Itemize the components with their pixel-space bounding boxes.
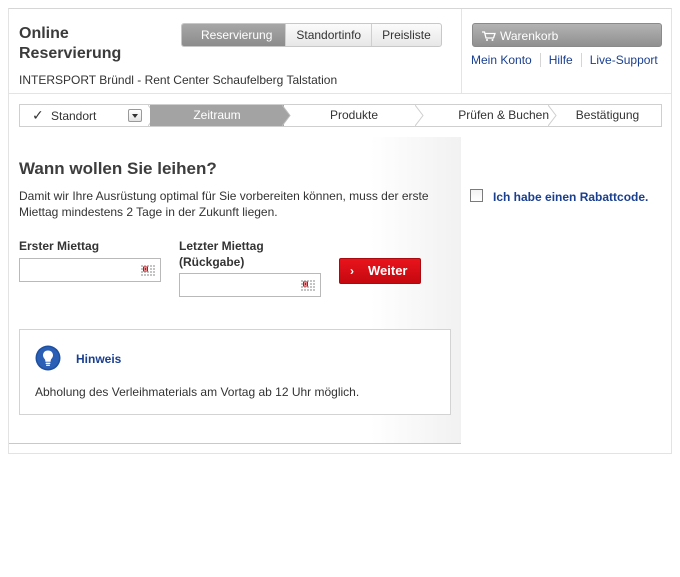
cart-icon bbox=[482, 31, 496, 41]
first-day-field[interactable] bbox=[19, 258, 161, 282]
header: Online Reservierung INTERSPORT Bründl - … bbox=[9, 9, 671, 94]
step-pruefen-buchen: Prüfen & Buchen bbox=[458, 108, 549, 122]
step-bestaetigung: Bestätigung bbox=[575, 108, 640, 122]
account-links: Mein Konto Hilfe Live-Support bbox=[471, 53, 666, 67]
reservation-frame: Online Reservierung INTERSPORT Bründl - … bbox=[8, 8, 672, 454]
page-heading: Wann wollen Sie leihen? bbox=[19, 159, 217, 178]
discount-code-label[interactable]: Ich habe einen Rabattcode. bbox=[493, 190, 648, 204]
intro-text: Damit wir Ihre Ausrüstung optimal für Si… bbox=[19, 189, 429, 219]
chevron-right-icon: › bbox=[350, 264, 354, 278]
tab-reservierung[interactable]: Reservierung bbox=[182, 24, 286, 46]
cart-button[interactable]: Warenkorb bbox=[472, 23, 662, 47]
last-day-label-line1: Letzter Miettag bbox=[179, 239, 264, 253]
last-day-label: Letzter Miettag (Rückgabe) bbox=[179, 238, 264, 270]
first-day-input[interactable] bbox=[21, 260, 133, 280]
last-day-input[interactable] bbox=[181, 275, 293, 295]
calendar-icon[interactable] bbox=[300, 279, 316, 292]
hint-title: Hinweis bbox=[76, 352, 122, 366]
link-live-support[interactable]: Live-Support bbox=[580, 53, 666, 67]
link-mein-konto[interactable]: Mein Konto bbox=[471, 53, 540, 67]
calendar-icon[interactable] bbox=[140, 264, 156, 277]
hint-text: Abholung des Verleihmaterials am Vortag … bbox=[35, 385, 360, 399]
tab-preisliste[interactable]: Preisliste bbox=[371, 24, 441, 46]
first-day-label: Erster Miettag bbox=[19, 239, 100, 253]
step-produkte: Produkte bbox=[329, 108, 379, 122]
weiter-button[interactable]: › Weiter bbox=[339, 258, 421, 284]
step-standort-label: Standort bbox=[51, 109, 97, 123]
app-title: Online Reservierung bbox=[19, 25, 122, 62]
last-day-field[interactable] bbox=[179, 273, 321, 297]
last-day-label-line2: (Rückgabe) bbox=[179, 255, 245, 269]
progress-steps: ✓ Standort Zeitraum Produkte Prüfen & Buc… bbox=[19, 104, 662, 127]
step-standort-dropdown[interactable] bbox=[128, 109, 142, 122]
lightbulb-icon bbox=[35, 345, 61, 371]
cart-label: Warenkorb bbox=[500, 29, 559, 43]
link-hilfe[interactable]: Hilfe bbox=[539, 53, 581, 67]
top-navigation: Reservierung Standortinfo Preisliste bbox=[181, 23, 442, 47]
tab-standortinfo[interactable]: Standortinfo bbox=[285, 24, 371, 46]
discount-code-checkbox[interactable] bbox=[470, 189, 483, 202]
sidebar: Ich habe einen Rabattcode. bbox=[461, 137, 671, 453]
step-zeitraum: Zeitraum bbox=[150, 105, 284, 126]
hint-box: Hinweis Abholung des Verleihmaterials am… bbox=[19, 329, 451, 415]
weiter-label: Weiter bbox=[368, 263, 408, 278]
shop-name: INTERSPORT Bründl - Rent Center Schaufel… bbox=[19, 73, 338, 87]
header-account-area: Warenkorb Mein Konto Hilfe Live-Support bbox=[461, 9, 671, 94]
checkmark-icon: ✓ bbox=[32, 107, 44, 123]
